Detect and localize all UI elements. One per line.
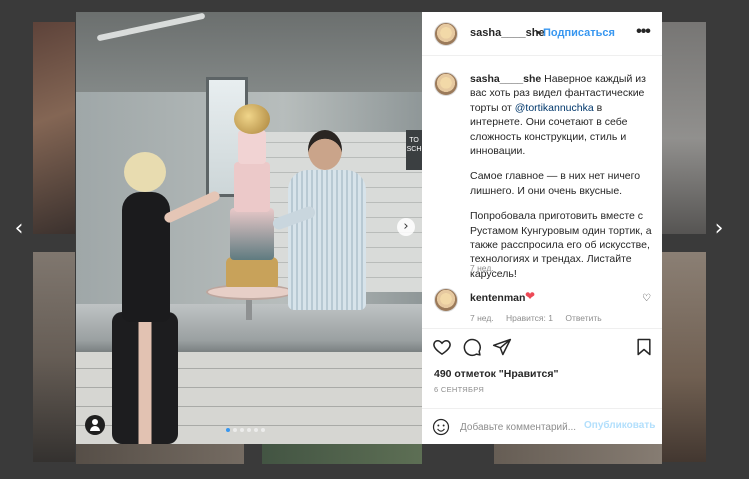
comment-meta: 7 нед. Нравится: 1 Ответить	[470, 313, 612, 323]
background-post-thumbnail	[662, 22, 706, 234]
comment-icon[interactable]	[462, 337, 482, 357]
caption-paragraph: Попробовала приготовить вместе с Рустамо…	[470, 210, 652, 280]
bookmark-icon[interactable]	[634, 337, 654, 357]
caption-mention-link[interactable]: @tortikannuchka	[515, 102, 594, 114]
publish-comment-button[interactable]: Опубликовать	[584, 420, 655, 431]
photo-cake-tier	[230, 208, 274, 260]
photo-cake-tier	[238, 130, 266, 164]
heart-outline-icon[interactable]	[432, 337, 452, 357]
photo-woman	[112, 312, 178, 444]
header-separator: •	[536, 27, 540, 39]
follow-button[interactable]: Подписаться	[543, 27, 615, 39]
comment-timestamp[interactable]: 7 нед.	[470, 313, 494, 323]
add-comment-bar: Опубликовать	[422, 408, 662, 444]
post-header: sasha____she • Подписаться •••	[422, 12, 662, 56]
carousel-dot	[254, 428, 258, 432]
comment-like-heart-icon[interactable]: ♡	[642, 293, 651, 304]
background-post-thumbnail	[33, 22, 75, 234]
photo-cake-tier	[234, 162, 270, 212]
background-post-thumbnail	[33, 252, 75, 462]
comment-input[interactable]	[460, 418, 580, 436]
likes-count[interactable]: 490 отметок "Нравится"	[434, 368, 558, 380]
photo-wall-sign: TO SCH	[406, 130, 422, 170]
comment-reply-button[interactable]: Ответить	[565, 313, 601, 323]
comment-likes-count[interactable]: Нравится: 1	[506, 313, 553, 323]
photo-woman	[124, 152, 166, 192]
smiley-icon[interactable]	[432, 418, 450, 436]
avatar[interactable]	[434, 72, 458, 96]
background-post-thumbnail	[76, 444, 244, 464]
background-post-thumbnail	[494, 444, 662, 464]
carousel-dot	[240, 428, 244, 432]
post-date[interactable]: 6 СЕНТЯБРЯ	[434, 385, 484, 394]
caption: sasha____she Наверное каждый из вас хоть…	[470, 72, 654, 292]
carousel-indicator	[226, 428, 265, 432]
avatar[interactable]	[434, 22, 458, 46]
more-horizontal-icon[interactable]: •••	[634, 21, 652, 43]
photo-man	[308, 130, 342, 170]
author-username[interactable]: sasha____she	[470, 27, 545, 39]
photo-man	[288, 170, 366, 310]
caption-timestamp[interactable]: 7 нед.	[470, 263, 494, 273]
carousel-dot	[226, 428, 230, 432]
caption-paragraph: Самое главное — в них нет ничего лишнего…	[470, 170, 641, 197]
photo-cake-stand-leg	[246, 298, 252, 320]
background-post-thumbnail	[662, 252, 706, 462]
user-tag-icon[interactable]	[85, 415, 105, 435]
comment-username[interactable]: kentenman	[470, 292, 525, 304]
photo-cake-tier	[226, 257, 278, 287]
comment-heart-emoji: ❤	[525, 289, 536, 303]
carousel-next-chevron-right-icon[interactable]: ›	[397, 218, 415, 236]
next-post-chevron-right-icon[interactable]: ›	[708, 218, 730, 240]
post-photo[interactable]: TO SCH	[76, 12, 422, 444]
photo-woman	[122, 192, 170, 322]
photo-ceiling	[76, 12, 422, 92]
carousel-dot	[261, 428, 265, 432]
previous-post-chevron-left-icon[interactable]: ‹	[8, 218, 30, 240]
avatar[interactable]	[434, 288, 458, 312]
photo-cake-topper	[234, 104, 270, 134]
caption-username[interactable]: sasha____she	[470, 73, 541, 85]
background-post-thumbnail	[262, 444, 422, 464]
post-details-panel: sasha____she • Подписаться ••• sasha____…	[422, 12, 662, 444]
paper-plane-icon[interactable]	[492, 337, 512, 357]
action-bar	[422, 328, 662, 368]
carousel-dot	[247, 428, 251, 432]
carousel-dot	[233, 428, 237, 432]
